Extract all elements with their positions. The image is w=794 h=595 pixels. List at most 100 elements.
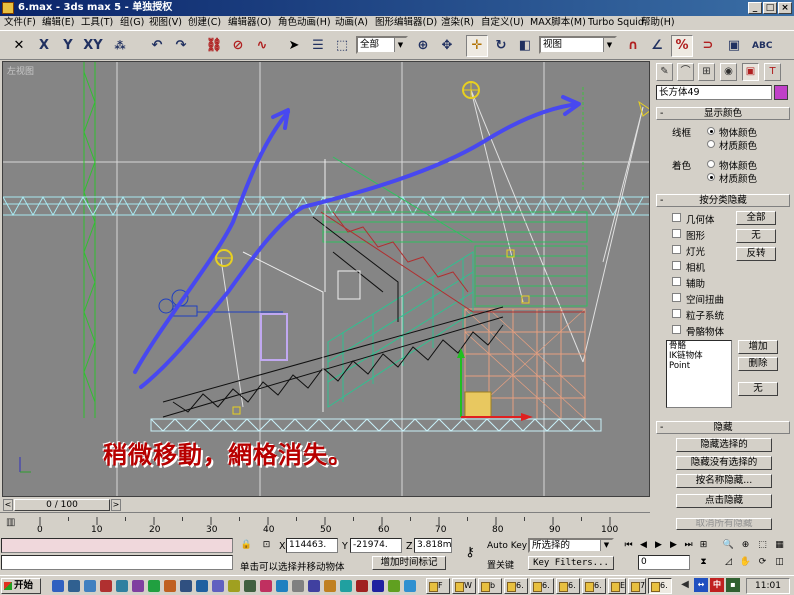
explorer-icon[interactable] bbox=[68, 580, 80, 592]
mirror-icon[interactable]: ABC bbox=[751, 35, 773, 57]
add-time-tag-button[interactable]: 增加时间标记 bbox=[372, 556, 446, 570]
category-list-none-button[interactable]: 无 bbox=[738, 382, 778, 396]
menu-file[interactable]: 文件(F) bbox=[4, 16, 36, 30]
utilities-tab[interactable]: T bbox=[764, 63, 781, 81]
zoom-all-icon[interactable]: ⊕ bbox=[739, 539, 752, 552]
snap-icon[interactable]: ∩ bbox=[622, 35, 644, 57]
select-move-icon[interactable]: ✛ bbox=[466, 35, 488, 57]
media-icon[interactable] bbox=[100, 580, 112, 592]
hide-helpers-checkbox[interactable] bbox=[672, 277, 681, 286]
zoom-extents-all-icon[interactable]: ▦ bbox=[773, 539, 786, 552]
redo-icon[interactable]: ↷ bbox=[170, 35, 192, 57]
taskbar-task[interactable]: 6. bbox=[504, 578, 528, 594]
restrict-x-button[interactable]: X bbox=[33, 35, 55, 57]
angle-snap-icon[interactable]: ∠ bbox=[646, 35, 668, 57]
x-coord-field[interactable]: 114463. bbox=[286, 538, 338, 553]
hide-particles-checkbox[interactable] bbox=[672, 309, 681, 318]
next-frame-icon[interactable]: ▶ bbox=[667, 539, 680, 552]
hide-selected-button[interactable]: 隐藏选择的 bbox=[676, 438, 772, 452]
category-invert-button[interactable]: 反转 bbox=[736, 247, 776, 261]
current-frame-field[interactable]: 0 bbox=[638, 555, 690, 570]
menu-modifiers[interactable]: 编辑器(O) bbox=[228, 16, 271, 30]
maxscript-input[interactable] bbox=[1, 555, 233, 570]
taskbar-task[interactable]: F bbox=[426, 578, 450, 594]
zoom-extents-icon[interactable]: ⬚ bbox=[756, 539, 769, 552]
undo-icon[interactable]: ↶ bbox=[146, 35, 168, 57]
select-manipulate-icon[interactable]: ⊕ bbox=[412, 35, 434, 57]
app-quicklaunch-icon[interactable] bbox=[148, 580, 160, 592]
list-item[interactable]: Point bbox=[669, 361, 731, 371]
app-quicklaunch-icon[interactable] bbox=[228, 580, 240, 592]
key-filters-button[interactable]: Key Filters... bbox=[528, 556, 614, 570]
category-none-button[interactable]: 无 bbox=[736, 229, 776, 243]
tray-ime-icon[interactable]: 中 bbox=[710, 578, 724, 592]
time-slider-thumb[interactable]: 0 / 100 bbox=[14, 499, 110, 511]
left-viewport[interactable]: 左视图 稍微移動，網格消失。 bbox=[2, 61, 650, 497]
hide-space-warps-checkbox[interactable] bbox=[672, 293, 681, 302]
wireframe-material-color-radio[interactable] bbox=[707, 140, 715, 148]
list-item[interactable]: IK链物体 bbox=[669, 351, 731, 361]
selection-filter-dropdown[interactable]: 全部 ▼ bbox=[356, 36, 408, 54]
shaded-material-color-radio[interactable] bbox=[707, 173, 715, 181]
set-key-button[interactable]: 置关键 bbox=[487, 558, 514, 571]
manipulate-icon[interactable]: ⁂ bbox=[109, 35, 131, 57]
taskbar-task[interactable]: 6. bbox=[582, 578, 606, 594]
minimize-button[interactable]: _ bbox=[748, 2, 762, 14]
maximize-viewport-icon[interactable]: ◫ bbox=[773, 556, 786, 569]
list-item[interactable]: 骨骼 bbox=[669, 341, 731, 351]
auto-key-button[interactable]: Auto Key bbox=[487, 541, 527, 551]
wireframe-object-color-radio[interactable] bbox=[707, 127, 715, 135]
viewport-label[interactable]: 左视图 bbox=[7, 64, 34, 77]
maximize-button[interactable]: □ bbox=[763, 2, 777, 14]
pan-icon[interactable]: ✋ bbox=[739, 556, 752, 569]
link-icon[interactable]: ⛓ bbox=[203, 35, 225, 57]
rollout-display-color[interactable]: - 显示颜色 bbox=[656, 107, 790, 120]
menu-view[interactable]: 视图(V) bbox=[149, 16, 182, 30]
restrict-xy-button[interactable]: XY bbox=[81, 35, 105, 57]
region-select-icon[interactable]: ⬚ bbox=[331, 35, 353, 57]
hide-unselected-button[interactable]: 隐藏没有选择的 bbox=[676, 456, 772, 470]
app-quicklaunch-icon[interactable] bbox=[132, 580, 144, 592]
menu-customize[interactable]: 自定义(U) bbox=[481, 16, 524, 30]
app-quicklaunch-icon[interactable] bbox=[324, 580, 336, 592]
menu-turbo-squid[interactable]: Turbo Squid bbox=[588, 16, 644, 30]
menu-edit[interactable]: 编辑(E) bbox=[42, 16, 74, 30]
app-quicklaunch-icon[interactable] bbox=[180, 580, 192, 592]
percent-snap-icon[interactable]: % bbox=[671, 35, 693, 57]
app-quicklaunch-icon[interactable] bbox=[164, 580, 176, 592]
category-add-button[interactable]: 增加 bbox=[738, 340, 778, 354]
prev-frame-icon[interactable]: ◀ bbox=[637, 539, 650, 552]
create-tab[interactable]: ✎ bbox=[656, 63, 673, 81]
pivot-icon[interactable]: ✥ bbox=[436, 35, 458, 57]
menu-animation[interactable]: 动画(A) bbox=[335, 16, 368, 30]
app-quicklaunch-icon[interactable] bbox=[404, 580, 416, 592]
menu-create[interactable]: 创建(C) bbox=[188, 16, 221, 30]
menu-help[interactable]: 帮助(H) bbox=[641, 16, 675, 30]
taskbar-task[interactable]: 6. bbox=[530, 578, 554, 594]
menu-rendering[interactable]: 渲染(R) bbox=[441, 16, 474, 30]
time-config-icon[interactable]: ⧗ bbox=[697, 556, 710, 569]
taskbar-task[interactable]: 7 bbox=[628, 578, 646, 594]
start-button[interactable]: 开始 bbox=[1, 578, 41, 594]
taskbar-task[interactable]: E bbox=[608, 578, 626, 594]
go-to-start-icon[interactable]: ⏮ bbox=[622, 539, 635, 552]
lock-icon[interactable]: 🔒 bbox=[240, 539, 253, 552]
category-all-button[interactable]: 全部 bbox=[736, 211, 776, 225]
hide-geometry-checkbox[interactable] bbox=[672, 213, 681, 222]
tray-input-icon[interactable]: ↔ bbox=[694, 578, 708, 592]
track-bar[interactable]: ▥ 0 10 20 30 40 50 60 70 80 90 100 bbox=[0, 512, 650, 538]
rollout-hide[interactable]: - 隐藏 bbox=[656, 421, 790, 434]
category-list[interactable]: 骨骼 IK链物体 Point bbox=[666, 340, 732, 408]
time-slider-prev-icon[interactable]: < bbox=[3, 499, 13, 511]
motion-tab[interactable]: ◉ bbox=[720, 63, 737, 81]
key-mode-dropdown[interactable]: 所选择的 ▼ bbox=[528, 538, 614, 553]
restrict-y-button[interactable]: Y bbox=[57, 35, 79, 57]
select-scale-icon[interactable]: ◧ bbox=[514, 35, 536, 57]
named-selection-icon[interactable]: ▣ bbox=[723, 35, 745, 57]
hide-cameras-checkbox[interactable] bbox=[672, 261, 681, 270]
z-coord-field[interactable]: 3.818m bbox=[414, 538, 452, 553]
key-icon[interactable]: ⚷ bbox=[459, 546, 481, 560]
select-rotate-icon[interactable]: ↻ bbox=[490, 35, 512, 57]
object-color-swatch[interactable] bbox=[774, 85, 788, 100]
app-quicklaunch-icon[interactable] bbox=[292, 580, 304, 592]
